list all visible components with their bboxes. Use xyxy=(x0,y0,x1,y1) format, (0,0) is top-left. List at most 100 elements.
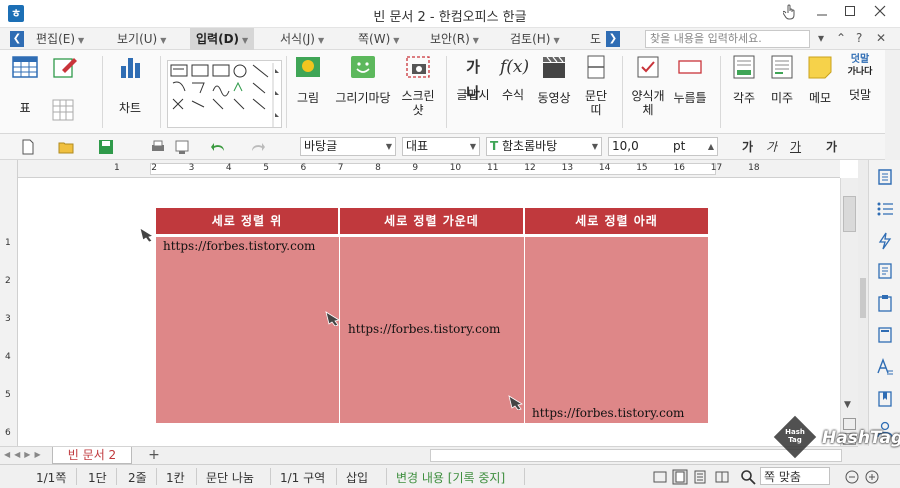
maximize-icon[interactable] xyxy=(840,4,860,24)
ruler-tick-label: 16 xyxy=(673,163,685,173)
new-document-icon[interactable] xyxy=(20,139,36,155)
status-track-changes[interactable]: 변경 내용 [기록 중지] xyxy=(396,469,505,486)
vertical-ruler[interactable]: 1 2 3 4 5 6 xyxy=(0,160,18,446)
status-page[interactable]: 1/1쪽 xyxy=(36,469,66,486)
menu-edit[interactable]: 편집(E) ▼ xyxy=(36,28,84,50)
sidebar-bookmark-icon[interactable] xyxy=(876,390,894,408)
menu-page[interactable]: 쪽(W) ▼ xyxy=(358,28,399,50)
search-options-icon[interactable]: ▾ xyxy=(818,31,824,45)
horizontal-ruler[interactable]: 1 2 3 4 5 6 7 8 9 10 11 12 13 14 15 16 17 18 xyxy=(18,160,840,178)
add-document-tab-button[interactable]: + xyxy=(134,447,174,464)
click-field-button[interactable]: 누름틀 xyxy=(670,54,710,106)
overlay-sample-bottom: 가나다 xyxy=(847,67,873,77)
print-preview-icon[interactable] xyxy=(174,139,190,155)
sidebar-clipboard-icon[interactable] xyxy=(876,294,894,312)
menu-review[interactable]: 검토(H) ▼ xyxy=(510,28,560,50)
zoom-out-icon[interactable] xyxy=(844,469,860,485)
zoom-value: 쪽 맞춤 xyxy=(764,470,801,484)
screenshot-button[interactable]: 스크린샷 xyxy=(398,54,438,117)
style-select[interactable]: 바탕글 ▼ xyxy=(300,137,396,156)
zoom-magnifier-icon[interactable] xyxy=(740,469,756,485)
endnote-button[interactable]: 미주 xyxy=(766,54,798,106)
menu-security[interactable]: 보안(R) ▼ xyxy=(430,28,479,50)
video-button[interactable]: 동영상 xyxy=(534,54,574,106)
table-header-cell[interactable]: 세로 정렬 위 xyxy=(156,208,338,234)
close-icon[interactable] xyxy=(870,4,890,24)
ribbon-separator xyxy=(720,56,721,128)
shapes-gallery[interactable] xyxy=(167,60,282,128)
formatting-toolbar: 바탕글 ▼ 대표 ▼ T 함초롬바탕 ▼ 10,0 pt ▲ 가 가 가 가 xyxy=(0,134,885,160)
sidebar-document-icon[interactable] xyxy=(876,262,894,280)
table-cell-middle-aligned[interactable]: https://forbes.tistory.com xyxy=(340,237,524,423)
table-cell-bottom-aligned[interactable]: https://forbes.tistory.com xyxy=(525,237,708,423)
document-area[interactable]: 1 2 3 4 5 6 7 8 9 10 11 12 13 14 15 16 17 18 123456 세로 정렬… xyxy=(0,160,858,446)
view-multi-page-icon[interactable] xyxy=(714,469,730,485)
scroll-down-icon[interactable]: ▼ xyxy=(844,400,851,410)
drawing-gallery-button[interactable]: 그리기마당 xyxy=(330,54,396,106)
vertical-scroll-thumb[interactable] xyxy=(843,196,856,232)
minimize-icon[interactable] xyxy=(812,4,832,24)
view-normal-icon[interactable] xyxy=(652,469,668,485)
menu-input[interactable]: 입력(D) ▼ xyxy=(190,28,255,50)
paragraph-band-button[interactable]: 문단띠 xyxy=(580,54,612,117)
search-input[interactable]: 찾을 내용을 입력하세요. xyxy=(645,30,810,48)
overlay-text-button[interactable]: 덧말 가나다 덧말 xyxy=(842,54,878,103)
open-folder-icon[interactable] xyxy=(58,139,74,155)
style-value: 바탕글 xyxy=(304,139,338,153)
sidebar-notes-icon[interactable] xyxy=(876,326,894,344)
vertical-scrollbar[interactable]: ▼ xyxy=(840,178,858,446)
form-object-button[interactable]: 양식개체 xyxy=(628,54,668,117)
language-select[interactable]: 대표 ▼ xyxy=(402,137,480,156)
zoom-select[interactable]: 쪽 맞춤 xyxy=(760,467,830,485)
footnote-label: 각주 xyxy=(732,91,756,105)
doc-close-icon[interactable]: ✕ xyxy=(876,31,886,45)
font-value: 함초롬바탕 xyxy=(502,139,558,153)
tab-nav-arrows-icon[interactable]: ◀◀▶▶ xyxy=(4,450,45,459)
font-size-field[interactable]: 10,0 pt ▲ xyxy=(608,137,718,156)
underline-button[interactable]: 가 xyxy=(790,138,801,155)
footnote-button[interactable]: 각주 xyxy=(728,54,760,106)
formula-button[interactable]: f(x) 수식 xyxy=(498,54,529,103)
menu-scroll-right-icon[interactable]: ❯ xyxy=(606,31,620,47)
save-icon[interactable] xyxy=(98,139,114,155)
help-icon[interactable]: ? xyxy=(856,31,862,45)
strikethrough-button[interactable]: 가 xyxy=(826,138,837,155)
bold-button[interactable]: 가 xyxy=(742,138,753,155)
touch-mode-icon[interactable] xyxy=(780,4,800,24)
ribbon-toggle-icon[interactable]: ⌃ xyxy=(836,31,846,45)
view-web-icon[interactable] xyxy=(692,469,708,485)
font-select[interactable]: T 함초롬바탕 ▼ xyxy=(486,137,602,156)
memo-button[interactable]: 메모 xyxy=(804,54,836,106)
ruler-tick-label: 5 xyxy=(263,163,269,173)
table-header-cell[interactable]: 세로 정렬 아래 xyxy=(525,208,708,234)
undo-icon[interactable] xyxy=(210,139,226,155)
sidebar-collapse-strip[interactable] xyxy=(858,160,868,446)
table-button[interactable]: 표 xyxy=(8,54,42,116)
menu-tools-truncated[interactable]: 도 xyxy=(590,28,601,50)
view-page-icon[interactable] xyxy=(672,469,688,485)
zoom-in-icon[interactable] xyxy=(864,469,880,485)
redo-icon[interactable] xyxy=(250,139,266,155)
menu-view[interactable]: 보기(U) ▼ xyxy=(117,28,166,50)
menu-format[interactable]: 서식(J) ▼ xyxy=(280,28,324,50)
glyph-art-button[interactable]: 가나 글맵시 xyxy=(452,54,494,103)
table-grid-small-button[interactable] xyxy=(48,98,78,125)
print-icon[interactable] xyxy=(150,139,166,155)
document-tab-active[interactable]: 빈 문서 2 xyxy=(52,447,132,464)
sidebar-text-style-icon[interactable] xyxy=(876,358,894,376)
italic-button[interactable]: 가 xyxy=(766,138,777,155)
paragraph-band-icon xyxy=(587,55,605,79)
table-cell-top-aligned[interactable]: https://forbes.tistory.com xyxy=(156,237,339,423)
cell-fill-button[interactable] xyxy=(48,54,82,89)
picture-button[interactable]: 그림 xyxy=(290,54,326,106)
chart-button[interactable]: 차트 xyxy=(110,54,150,116)
sidebar-list-icon[interactable] xyxy=(876,200,894,218)
watermark-brand-text: HashTag xyxy=(822,428,900,448)
menu-scroll-left-icon[interactable]: ❮ xyxy=(10,31,24,47)
status-insert-mode[interactable]: 삽입 xyxy=(346,469,368,486)
menu-bar: ❮ 편집(E) ▼ 보기(U) ▼ 입력(D) ▼ 서식(J) ▼ 쪽(W) ▼ 보안(R… xyxy=(0,28,900,50)
pen-table-icon xyxy=(53,58,77,78)
table-header-cell[interactable]: 세로 정렬 가운데 xyxy=(340,208,523,234)
sidebar-hwp-icon[interactable] xyxy=(876,168,894,186)
sidebar-lightning-icon[interactable] xyxy=(876,232,894,250)
